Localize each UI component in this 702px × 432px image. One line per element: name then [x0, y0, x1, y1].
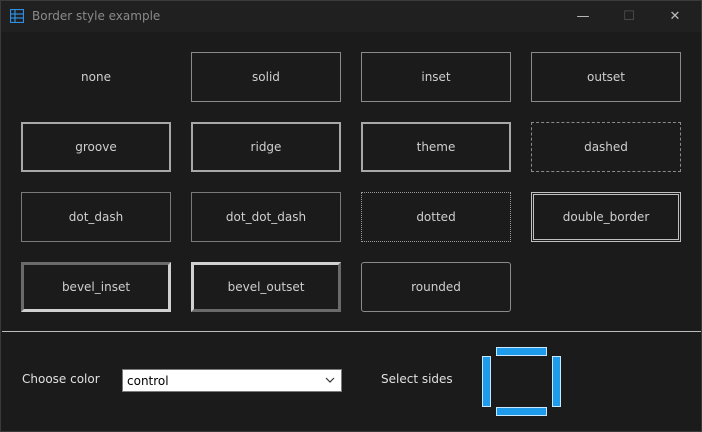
maximize-icon: ☐	[623, 9, 635, 24]
close-button[interactable]: ✕	[652, 1, 698, 32]
border-box-label: ridge	[250, 140, 282, 154]
border-box-rounded: rounded	[361, 262, 511, 312]
border-box-inset: inset	[361, 52, 511, 102]
color-select-value: control	[127, 373, 169, 388]
side-left-toggle[interactable]	[482, 356, 491, 407]
border-box-label: bevel_outset	[227, 280, 305, 294]
border-box-label: outset	[587, 70, 625, 84]
side-right-toggle[interactable]	[552, 356, 561, 407]
border-box-label: dot_dot_dash	[225, 210, 307, 224]
separator-line	[2, 331, 701, 332]
border-box-groove: groove	[21, 122, 171, 172]
app-grid-icon	[10, 9, 24, 23]
border-box-label: dashed	[584, 140, 628, 154]
border-box-theme: theme	[361, 122, 511, 172]
select-sides-label: Select sides	[381, 372, 453, 386]
border-box-label: double_border	[562, 210, 650, 224]
border-box-solid: solid	[191, 52, 341, 102]
border-box-double: double_border	[531, 192, 681, 242]
border-box-label: solid	[252, 70, 280, 84]
side-bottom-toggle[interactable]	[496, 407, 547, 416]
app-window: Border style example — ☐ ✕ none solid in…	[0, 0, 702, 432]
border-box-label: rounded	[411, 280, 461, 294]
side-top-toggle[interactable]	[496, 347, 547, 356]
window-title: Border style example	[32, 9, 161, 23]
border-box-dot-dash: dot_dash	[21, 192, 171, 242]
border-box-label: none	[81, 70, 111, 84]
chevron-down-icon	[325, 377, 335, 383]
border-box-bevel-outset: bevel_outset	[191, 262, 341, 312]
border-box-dot-dot-dash: dot_dot_dash	[191, 192, 341, 242]
border-box-ridge: ridge	[191, 122, 341, 172]
minimize-icon: —	[576, 9, 590, 24]
border-box-label: groove	[75, 140, 117, 154]
border-box-outset: outset	[531, 52, 681, 102]
border-box-label: inset	[421, 70, 451, 84]
choose-color-label: Choose color	[22, 372, 100, 386]
border-box-dashed: dashed	[531, 122, 681, 172]
border-box-label: dot_dash	[68, 210, 124, 224]
minimize-button[interactable]: —	[560, 1, 606, 32]
maximize-button[interactable]: ☐	[606, 1, 652, 32]
border-box-dotted: dotted	[361, 192, 511, 242]
border-box-label: dotted	[416, 210, 456, 224]
color-select[interactable]: control	[122, 369, 342, 392]
border-box-bevel-inset: bevel_inset	[21, 262, 171, 312]
close-icon: ✕	[669, 9, 681, 24]
title-bar[interactable]: Border style example — ☐ ✕	[1, 1, 701, 32]
border-box-label: bevel_inset	[61, 280, 131, 294]
border-box-none: none	[21, 52, 171, 102]
border-box-label: theme	[416, 140, 456, 154]
